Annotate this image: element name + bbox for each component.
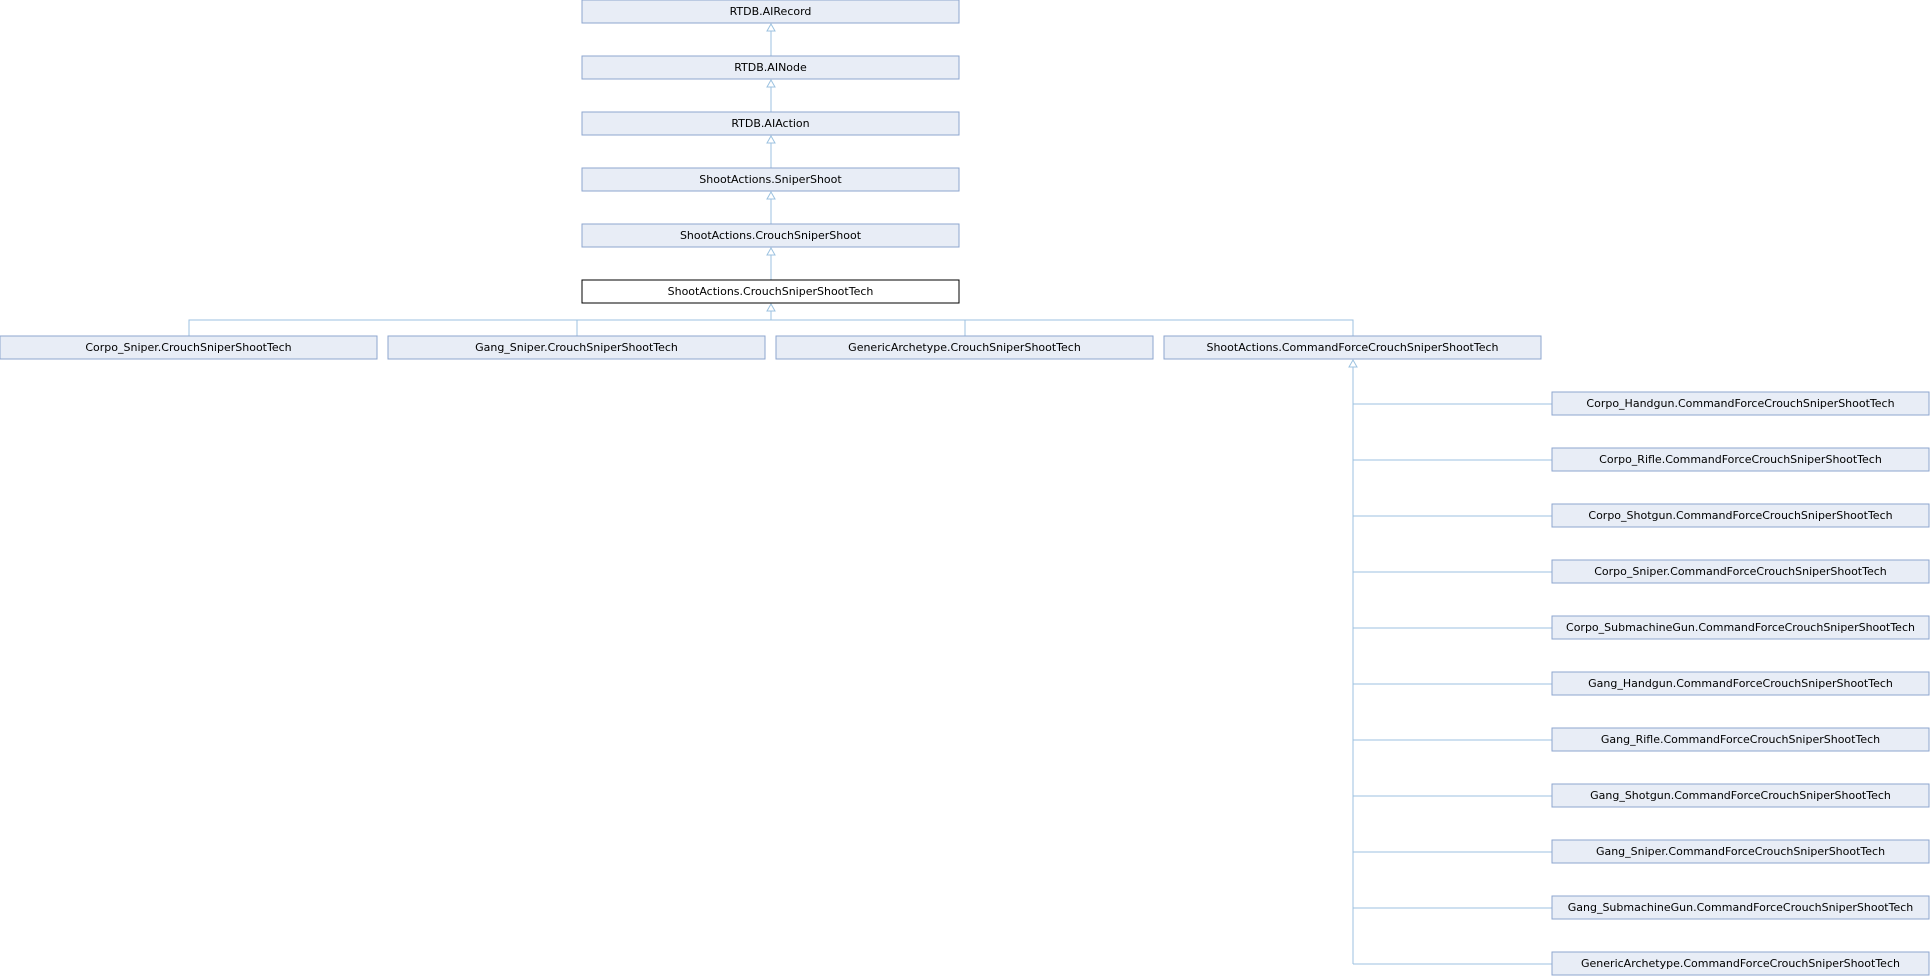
node-label: Gang_Handgun.CommandForceCrouchSniperSho… (1588, 677, 1893, 690)
node-label: ShootActions.CrouchSniperShoot (680, 229, 862, 242)
node-corpo-handgun-cf[interactable]: Corpo_Handgun.CommandForceCrouchSniperSh… (1551, 391, 1930, 416)
node-gang-handgun-cf[interactable]: Gang_Handgun.CommandForceCrouchSniperSho… (1551, 671, 1930, 696)
arrowhead-aiaction (766, 134, 776, 144)
inheritance-diagram: RTDB.AIRecord RTDB.AINode RTDB.AIAction … (0, 0, 1930, 976)
arrowhead-snipershoot (766, 190, 776, 200)
node-label: RTDB.AIRecord (730, 5, 812, 18)
node-label: Corpo_Shotgun.CommandForceCrouchSniperSh… (1588, 509, 1892, 522)
node-gang-rifle-cf[interactable]: Gang_Rifle.CommandForceCrouchSniperShoot… (1551, 727, 1930, 752)
node-gang-submachinegun-cf[interactable]: Gang_SubmachineGun.CommandForceCrouchSni… (1551, 895, 1930, 920)
node-sniper-shoot[interactable]: ShootActions.SniperShoot (581, 167, 960, 192)
node-gang-sniper-crouch-tech[interactable]: Gang_Sniper.CrouchSniperShootTech (387, 335, 766, 360)
node-label: Gang_Shotgun.CommandForceCrouchSniperSho… (1590, 789, 1891, 802)
node-label: RTDB.AINode (734, 61, 807, 74)
node-label: Corpo_SubmachineGun.CommandForceCrouchSn… (1566, 621, 1915, 634)
node-label: ShootActions.CommandForceCrouchSniperSho… (1206, 341, 1498, 354)
node-command-force-crouch-tech[interactable]: ShootActions.CommandForceCrouchSniperSho… (1163, 335, 1542, 360)
node-label: RTDB.AIAction (731, 117, 809, 130)
arrowhead-tech (766, 302, 776, 312)
node-label: GenericArchetype.CrouchSniperShootTech (848, 341, 1081, 354)
node-label: ShootActions.SniperShoot (699, 173, 842, 186)
arrowhead-commandforce (1348, 358, 1358, 368)
node-label: Gang_Sniper.CrouchSniperShootTech (475, 341, 678, 354)
node-corpo-shotgun-cf[interactable]: Corpo_Shotgun.CommandForceCrouchSniperSh… (1551, 503, 1930, 528)
node-crouch-sniper-shoot-tech-current: ShootActions.CrouchSniperShootTech (581, 279, 960, 304)
node-corpo-sniper-crouch-tech[interactable]: Corpo_Sniper.CrouchSniperShootTech (0, 335, 378, 360)
node-gang-shotgun-cf[interactable]: Gang_Shotgun.CommandForceCrouchSniperSho… (1551, 783, 1930, 808)
arrowhead-ainode (766, 78, 776, 88)
node-corpo-rifle-cf[interactable]: Corpo_Rifle.CommandForceCrouchSniperShoo… (1551, 447, 1930, 472)
node-label: GenericArchetype.CommandForceCrouchSnipe… (1581, 957, 1900, 970)
node-label: Gang_SubmachineGun.CommandForceCrouchSni… (1568, 901, 1914, 914)
node-label: Gang_Rifle.CommandForceCrouchSniperShoot… (1601, 733, 1880, 746)
node-label: ShootActions.CrouchSniperShootTech (668, 285, 874, 298)
node-corpo-submachinegun-cf[interactable]: Corpo_SubmachineGun.CommandForceCrouchSn… (1551, 615, 1930, 640)
node-label: Corpo_Handgun.CommandForceCrouchSniperSh… (1586, 397, 1894, 410)
node-rtdb-ainode[interactable]: RTDB.AINode (581, 55, 960, 80)
node-corpo-sniper-cf[interactable]: Corpo_Sniper.CommandForceCrouchSniperSho… (1551, 559, 1930, 584)
node-label: Corpo_Sniper.CrouchSniperShootTech (85, 341, 291, 354)
node-generic-archetype-cf[interactable]: GenericArchetype.CommandForceCrouchSnipe… (1551, 951, 1930, 976)
node-label: Gang_Sniper.CommandForceCrouchSniperShoo… (1596, 845, 1885, 858)
nodes: RTDB.AIRecord RTDB.AINode RTDB.AIAction … (0, 0, 1930, 976)
node-rtdb-aiaction[interactable]: RTDB.AIAction (581, 111, 960, 136)
node-gang-sniper-cf[interactable]: Gang_Sniper.CommandForceCrouchSniperShoo… (1551, 839, 1930, 864)
edge-children-bus (188, 319, 1354, 336)
node-label: Corpo_Sniper.CommandForceCrouchSniperSho… (1594, 565, 1887, 578)
node-generic-crouch-tech[interactable]: GenericArchetype.CrouchSniperShootTech (775, 335, 1154, 360)
arrowhead-crouchsnipershoot (766, 246, 776, 256)
node-rtdb-airecord[interactable]: RTDB.AIRecord (581, 0, 960, 24)
edges (188, 24, 1552, 965)
arrowhead-airecord (766, 22, 776, 32)
node-label: Corpo_Rifle.CommandForceCrouchSniperShoo… (1599, 453, 1882, 466)
node-crouch-sniper-shoot[interactable]: ShootActions.CrouchSniperShoot (581, 223, 960, 248)
